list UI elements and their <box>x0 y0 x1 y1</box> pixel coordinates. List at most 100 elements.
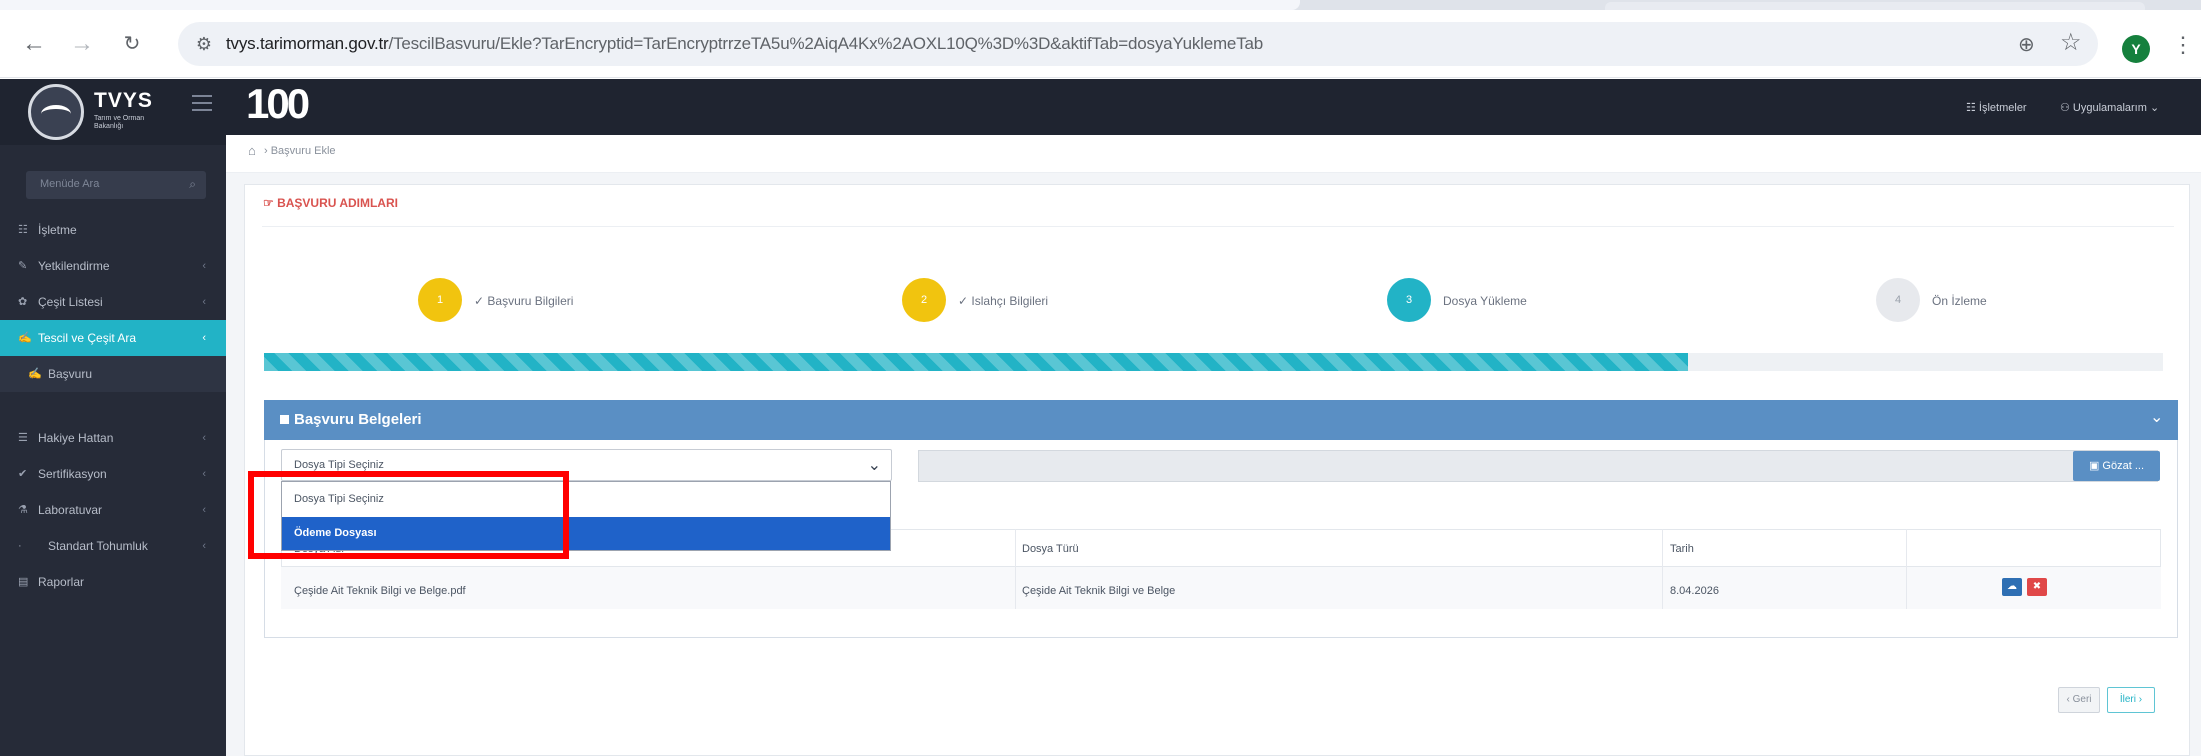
chevron-left-icon: ‹ <box>202 504 206 516</box>
chevron-left-icon: ‹ <box>202 432 206 444</box>
dot-icon: · <box>18 540 22 552</box>
url-text[interactable]: tvys.tarimorman.gov.tr/TescilBasvuru/Ekl… <box>226 34 1263 54</box>
column-header-date[interactable]: Tarih <box>1670 543 1694 555</box>
cell-file-name: Çeşide Ait Teknik Bilgi ve Belge.pdf <box>294 585 466 597</box>
browse-button[interactable]: ▣ Gözat ... <box>2073 451 2160 481</box>
breadcrumb-current: › Başvuru Ekle <box>264 145 336 157</box>
chevron-left-icon: ‹ <box>202 468 206 480</box>
delete-button[interactable]: ✖ <box>2027 578 2047 596</box>
list-icon: ☰ <box>18 432 28 444</box>
sidebar-item-hakiye-hattan[interactable]: ☰ Hakiye Hattan ‹ <box>0 420 226 456</box>
sidebar-search-placeholder: Menüde Ara <box>40 178 100 190</box>
wizard-progress-bar <box>264 353 2163 371</box>
sidebar-item-isletme[interactable]: ☷ İşletme <box>0 212 226 248</box>
flask-icon: ⚗ <box>18 504 28 516</box>
browser-menu-icon[interactable]: ⋮ <box>2172 32 2194 58</box>
panel-title-text: Başvuru Belgeleri <box>294 411 422 428</box>
sidebar-logo[interactable]: TVYS Tarım ve Orman Bakanlığı <box>0 79 226 145</box>
home-icon[interactable]: ⌂ <box>248 143 256 158</box>
chevron-down-icon[interactable]: ⌄ <box>2150 407 2163 427</box>
next-button[interactable]: İleri › <box>2107 687 2155 713</box>
section-title: ☞ BAŞVURU ADIMLARI <box>263 196 398 210</box>
sidebar-item-label: Çeşit Listesi <box>38 295 103 309</box>
brand-100-logo: 100 <box>246 80 310 127</box>
topbar <box>226 79 2201 135</box>
cell-date: 8.04.2026 <box>1670 585 1719 597</box>
forward-arrow-icon[interactable]: → <box>66 28 98 60</box>
step-3-label: Dosya Yükleme <box>1443 294 1527 308</box>
sidebar-item-yetkilendirme[interactable]: ✎ Yetkilendirme ‹ <box>0 248 226 284</box>
file-type-select-value: Dosya Tipi Seçiniz <box>294 459 384 471</box>
sidebar-item-label: Standart Tohumluk <box>48 539 148 553</box>
uygulamalarim-dropdown[interactable]: ⚇ Uygulamalarım ⌄ <box>2060 101 2159 114</box>
chevron-down-icon: ⌄ <box>867 457 881 474</box>
documents-panel-header[interactable] <box>264 400 2178 440</box>
sidebar-item-label: Sertifikasyon <box>38 467 107 481</box>
site-info-icon[interactable]: ⚙ <box>192 32 216 56</box>
sidebar-item-sertifikasyon[interactable]: ✔ Sertifikasyon ‹ <box>0 456 226 492</box>
step-2-label: ✓ Islahçı Bilgileri <box>958 294 1049 308</box>
grid-icon: ☷ <box>18 224 28 236</box>
edit-icon: ✍ <box>28 368 42 380</box>
back-button[interactable]: ‹ Geri <box>2058 687 2100 713</box>
table-row <box>281 567 2161 609</box>
divider <box>262 226 2174 227</box>
back-arrow-icon[interactable]: ← <box>18 28 50 60</box>
column-divider <box>1906 529 1907 609</box>
step-1-circle[interactable]: 1 <box>418 278 462 322</box>
browser-tab[interactable] <box>1605 2 2145 10</box>
isletmeler-link[interactable]: ☷ İşletmeler <box>1966 101 2027 114</box>
step-1-label: ✓ Başvuru Bilgileri <box>474 294 574 308</box>
chevron-left-icon: ‹ <box>202 540 206 552</box>
sidebar-item-laboratuvar[interactable]: ⚗ Laboratuvar ‹ <box>0 492 226 528</box>
sidebar-item-label: Başvuru <box>48 367 93 381</box>
file-path-input[interactable] <box>918 450 2158 482</box>
cell-file-type: Çeşide Ait Teknik Bilgi ve Belge <box>1022 585 1176 597</box>
sidebar-item-label: İşletme <box>38 223 77 237</box>
sidebar-item-basvuru[interactable]: ✍ Başvuru <box>0 356 226 392</box>
report-icon: ▤ <box>18 576 29 588</box>
browser-tab-strip <box>0 0 2201 10</box>
step-4-label: Ön İzleme <box>1932 294 1987 308</box>
chevron-left-icon: ‹ <box>202 260 206 272</box>
tvys-emblem-icon <box>28 84 84 140</box>
sidebar-item-standart-tohumluk[interactable]: · Standart Tohumluk ‹ <box>0 528 226 564</box>
download-button[interactable]: ☁ <box>2002 578 2022 596</box>
url-host: tvys.tarimorman.gov.tr <box>226 34 389 53</box>
flower-icon: ✿ <box>18 296 28 308</box>
sidebar-item-label: Tescil ve Çeşit Ara <box>38 331 137 345</box>
zoom-icon[interactable]: ⊕ <box>2018 32 2035 57</box>
bookmark-star-icon[interactable]: ☆ <box>2060 28 2082 57</box>
step-4-circle[interactable]: 4 <box>1876 278 1920 322</box>
sidebar-item-raporlar[interactable]: ▤ Raporlar <box>0 564 226 600</box>
check-icon: ✔ <box>18 468 28 480</box>
hamburger-menu-icon[interactable] <box>192 95 212 111</box>
breadcrumb <box>226 135 2201 173</box>
sidebar-item-label: Hakiye Hattan <box>38 431 114 445</box>
profile-avatar[interactable]: Y <box>2122 35 2150 63</box>
address-bar[interactable]: ⚙ tvys.tarimorman.gov.tr/TescilBasvuru/E… <box>178 22 2098 66</box>
logo-text: TVYS <box>94 89 153 112</box>
sidebar-item-tescil[interactable]: ✍ Tescil ve Çeşit Ara ‹ <box>0 320 226 356</box>
step-2-circle[interactable]: 2 <box>902 278 946 322</box>
reload-icon[interactable]: ↻ <box>116 28 148 60</box>
highlight-annotation-box <box>248 471 569 559</box>
column-divider <box>1015 529 1016 609</box>
logo-subtitle: Tarım ve Orman Bakanlığı <box>94 115 145 130</box>
sidebar-item-label: Raporlar <box>38 575 85 589</box>
chevron-left-icon: ‹ <box>202 296 206 308</box>
edit-icon: ✍ <box>18 332 32 344</box>
panel-square-icon <box>280 415 289 424</box>
sidebar-item-label: Laboratuvar <box>38 503 103 517</box>
browser-active-tab[interactable] <box>0 0 1300 10</box>
sidebar-item-cesit-listesi[interactable]: ✿ Çeşit Listesi ‹ <box>0 284 226 320</box>
url-path: /TescilBasvuru/Ekle?TarEncryptid=TarEncr… <box>388 34 1264 53</box>
column-divider <box>1662 529 1663 609</box>
pencil-icon: ✎ <box>18 260 28 272</box>
chevron-down-icon: ‹ <box>202 332 206 344</box>
browser-toolbar: ← → ↻ ⚙ tvys.tarimorman.gov.tr/TescilBas… <box>0 10 2201 78</box>
wizard-progress-fill <box>264 353 1689 371</box>
sidebar-search-input[interactable]: Menüde Ara ⌕ <box>26 171 206 199</box>
step-3-circle[interactable]: 3 <box>1387 278 1431 322</box>
column-header-file-type[interactable]: Dosya Türü <box>1022 543 1079 555</box>
